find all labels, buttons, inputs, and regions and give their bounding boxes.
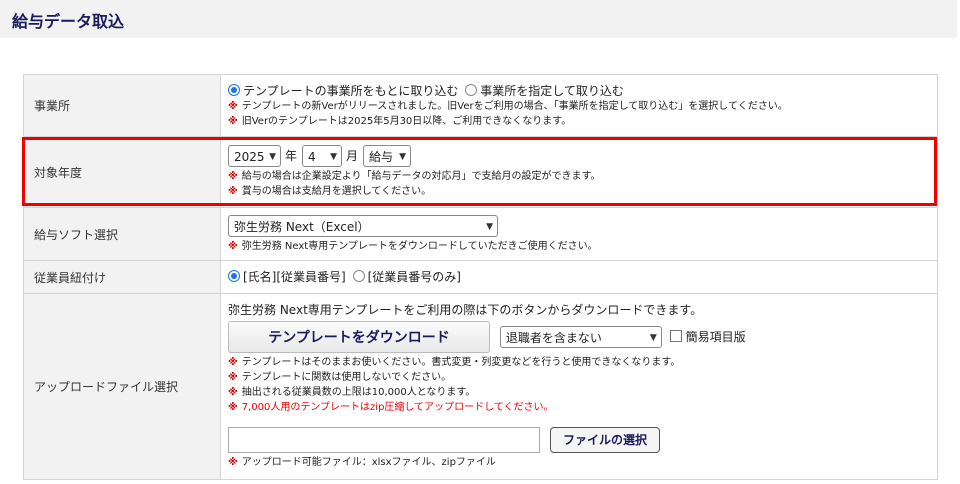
target-year-note-1: ※ 給与の場合は企業設定より「給与データの対応月」で支給月の設定ができます。 <box>228 171 601 182</box>
upload-note-2: ※ テンプレートに関数は使用しないでください。 <box>228 372 452 383</box>
office-radio-template[interactable] <box>228 83 240 96</box>
office-option1-label: テンプレートの事業所をもとに取り込む <box>243 83 459 98</box>
upload-content: 弥生労務 Next専用テンプレートをご利用の際は下のボタンからダウンロードできま… <box>220 293 938 480</box>
row-upload: アップロードファイル選択 弥生労務 Next専用テンプレートをご利用の際は下のボ… <box>23 293 938 480</box>
row-office: 事業所 テンプレートの事業所をもとに取り込む 事業所を指定して取り込む ※ テンプ… <box>23 74 938 137</box>
software-content: 弥生労務 Next（Excel） ▼ ※ 弥生労務 Next専用テンプレートをダウン… <box>220 207 938 261</box>
row-software: 給与ソフト選択 弥生労務 Next（Excel） ▼ ※ 弥生労務 Next専用テン… <box>23 207 938 261</box>
link-radio-name-number[interactable] <box>228 270 240 282</box>
office-option2-label: 事業所を指定して取り込む <box>480 83 624 98</box>
page-header: 給与データ取込 <box>0 0 957 38</box>
chevron-down-icon: ▼ <box>269 152 276 162</box>
chevron-down-icon: ▼ <box>649 333 657 343</box>
software-select[interactable]: 弥生労務 Next（Excel） ▼ <box>228 214 498 237</box>
link-radio-number-only[interactable] <box>352 270 365 282</box>
page-title: 給与データ取込 <box>12 12 125 31</box>
choose-file-button[interactable]: ファイルの選択 <box>550 426 661 453</box>
retiree-select[interactable]: 退職者を含まない ▼ <box>499 326 662 348</box>
row-target-year: 対象年度 2025 ▼ 年 4 ▼ 月給与 ▼ ※ 給与の場合は企業設定より「給与データの対応… <box>23 136 938 208</box>
simple-items-checkbox[interactable] <box>669 329 682 342</box>
target-year-content: 2025 ▼ 年 4 ▼ 月給与 ▼ ※ 給与の場合は企業設定より「給与データの対応月」で支給… <box>220 136 938 208</box>
software-label: 給与ソフト選択 <box>23 207 221 261</box>
month-select[interactable]: 4 ▼ <box>302 145 343 167</box>
upload-note-1: ※ テンプレートはそのままお使いください。書式変更・列変更などを行うと使用できなく… <box>228 357 681 368</box>
row-employee-link: 従業員紐付け [氏名][従業員番号] [従業員番号のみ] <box>23 260 938 294</box>
upload-note-3: ※ 抽出される従業員数の上限は10,000人となります。 <box>228 387 476 398</box>
upload-label: アップロードファイル選択 <box>23 293 221 480</box>
link-option1-label: [氏名][従業員番号] <box>243 270 346 284</box>
upload-intro: 弥生労務 Next専用テンプレートをご利用の際は下のボタンからダウンロードできま… <box>228 303 703 317</box>
office-note-1: ※ テンプレートの新Verがリリースされました。旧Verをご利用の場合、「事業所を… <box>228 100 788 112</box>
chevron-down-icon: ▼ <box>399 152 407 162</box>
office-label: 事業所 <box>23 74 221 137</box>
payment-type-select[interactable]: 給与 ▼ <box>363 145 412 167</box>
office-content: テンプレートの事業所をもとに取り込む 事業所を指定して取り込む ※ テンプレートの… <box>220 74 938 137</box>
office-radio-specify[interactable] <box>465 83 478 96</box>
import-form: 事業所 テンプレートの事業所をもとに取り込む 事業所を指定して取り込む ※ テンプ… <box>23 74 938 480</box>
employee-link-content: [氏名][従業員番号] [従業員番号のみ] <box>220 260 938 294</box>
employee-link-label: 従業員紐付け <box>23 260 221 294</box>
upload-note-zip: ※ 7,000人用のテンプレートはzip圧縮してアップロードしてください。 <box>228 402 554 413</box>
simple-items-label: 簡易項目版 <box>685 330 746 344</box>
link-option2-label: [従業員番号のみ] <box>367 270 461 284</box>
download-template-button[interactable]: テンプレートをダウンロード <box>228 321 490 353</box>
target-year-note-2: ※ 賞与の場合は支給月を選択してください。 <box>228 186 432 197</box>
file-path-field[interactable] <box>228 426 540 453</box>
target-year-label: 対象年度 <box>23 136 221 208</box>
year-select[interactable]: 2025 ▼ <box>228 145 281 167</box>
chevron-down-icon: ▼ <box>486 221 493 232</box>
chevron-down-icon: ▼ <box>330 152 338 162</box>
software-note: ※ 弥生労務 Next専用テンプレートをダウンロードしていただきご使用ください。 <box>228 240 598 252</box>
file-types-note: ※ アップロード可能ファイル：xlsxファイル、zipファイル <box>228 457 496 468</box>
year-unit: 年 <box>285 149 298 163</box>
month-unit: 月 <box>346 149 359 163</box>
office-note-2: ※ 旧Verのテンプレートは2025年5月30日以降、ご利用できなくなります。 <box>228 115 572 127</box>
